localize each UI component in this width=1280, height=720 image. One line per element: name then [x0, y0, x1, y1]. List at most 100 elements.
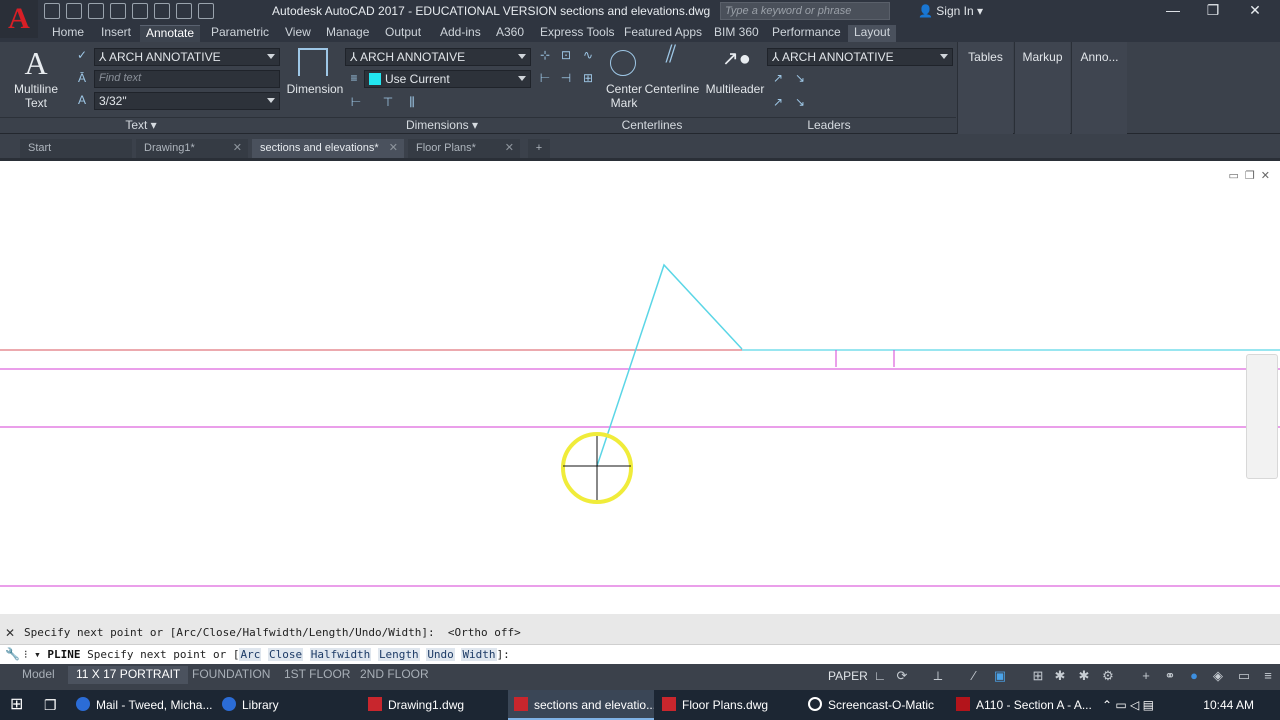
text-height-dropdown[interactable]: 3/32": [94, 92, 280, 110]
dim-space-icon[interactable]: ⫼: [404, 95, 420, 109]
layout-tab-2nd-floor[interactable]: 2ND FLOOR: [352, 666, 437, 684]
dim-quick-icon[interactable]: ⊹: [537, 48, 553, 62]
doc-tab-sections-and-elevations[interactable]: sections and elevations* ✕: [252, 139, 404, 158]
polar-tracking-icon[interactable]: ⟳: [894, 668, 910, 684]
navigation-bar[interactable]: [1246, 354, 1278, 479]
multiline-text-button[interactable]: Multiline Text: [8, 82, 64, 110]
ortho-icon[interactable]: ∟: [872, 668, 888, 684]
minimize-button[interactable]: —: [1158, 2, 1188, 18]
dim-layer-icon[interactable]: ≡: [346, 71, 362, 85]
multileader-icon[interactable]: ↗●: [722, 49, 751, 69]
osnap-icon[interactable]: ⟂: [930, 668, 946, 684]
units-icon[interactable]: ⚭: [1162, 668, 1178, 684]
dim-layer-dropdown[interactable]: Use Current: [364, 70, 531, 88]
center-mark-button[interactable]: Center Mark: [603, 82, 645, 110]
task-view-icon[interactable]: ❐: [38, 690, 66, 720]
option-undo[interactable]: Undo: [426, 648, 455, 661]
tab-parametric[interactable]: Parametric: [205, 25, 275, 42]
close-button[interactable]: ✕: [1240, 2, 1270, 19]
taskbar-item-screencast[interactable]: Screencast-O-Matic: [802, 690, 946, 720]
dim-oblique-icon[interactable]: ⊣: [558, 71, 574, 85]
tab-output[interactable]: Output: [379, 25, 427, 42]
taskbar-item-sections-and-elevations[interactable]: sections and elevatio...: [508, 690, 654, 720]
viewport-restore-icon[interactable]: ❐: [1245, 169, 1255, 182]
windows-start-icon[interactable]: ⊞: [4, 690, 32, 720]
text-style-icon[interactable]: Ā: [74, 71, 90, 85]
annotation-visibility-icon[interactable]: ⊞: [1030, 668, 1046, 684]
drawing-canvas[interactable]: ▭ ❐ ✕: [0, 161, 1280, 614]
option-length[interactable]: Length: [377, 648, 420, 661]
text-panel-title[interactable]: Text ▾: [0, 117, 282, 133]
doc-tab-start[interactable]: Start: [20, 139, 132, 158]
workspace-gear-icon[interactable]: ⚙: [1100, 668, 1116, 684]
save-as-icon[interactable]: [110, 3, 126, 19]
new-icon[interactable]: [44, 3, 60, 19]
tab-bim-360[interactable]: BIM 360: [708, 25, 765, 42]
option-width[interactable]: Width: [461, 648, 497, 661]
clock[interactable]: 10:44 AM: [1203, 698, 1254, 712]
tab-layout[interactable]: Layout: [848, 25, 897, 42]
center-mark-icon[interactable]: [610, 50, 636, 76]
text-style-dropdown[interactable]: ⅄ ARCH ANNOTATIVE: [94, 48, 280, 66]
close-command-line-icon[interactable]: ✕: [5, 626, 15, 640]
doc-tab-drawing1[interactable]: Drawing1* ✕: [136, 139, 248, 158]
multileader-button[interactable]: Multileader: [704, 82, 766, 96]
isolate-objects-icon[interactable]: ◈: [1210, 668, 1226, 684]
search-input[interactable]: Type a keyword or phrase: [720, 2, 890, 20]
tab-manage[interactable]: Manage: [320, 25, 375, 42]
customization-menu-icon[interactable]: ≡: [1260, 668, 1276, 684]
save-icon[interactable]: [88, 3, 104, 19]
selection-cycling-icon[interactable]: ▣: [992, 668, 1008, 684]
open-icon[interactable]: [66, 3, 82, 19]
taskbar-item-a110-pdf[interactable]: A110 - Section A - A...: [950, 690, 1092, 720]
dim-break-icon[interactable]: ∿: [580, 48, 596, 62]
tab-home[interactable]: Home: [46, 25, 90, 42]
dim-jog-icon[interactable]: ⊢: [537, 71, 553, 85]
auto-scale-icon[interactable]: ✱: [1052, 668, 1068, 684]
redo-icon[interactable]: [176, 3, 192, 19]
hardware-acceleration-icon[interactable]: ●: [1186, 668, 1202, 684]
add-leader-icon[interactable]: ↗: [770, 71, 786, 85]
multiline-text-icon[interactable]: A: [14, 46, 58, 80]
centerline-button[interactable]: Centerline: [644, 82, 700, 96]
annotation-scaling-panel-button[interactable]: Anno...: [1071, 42, 1127, 134]
tab-featured-apps[interactable]: Featured Apps: [618, 25, 708, 42]
dim-continue-icon[interactable]: ⊢: [348, 95, 364, 109]
annotation-monitor-icon[interactable]: +: [1138, 668, 1154, 684]
taskbar-item-floor-plans[interactable]: Floor Plans.dwg: [656, 690, 798, 720]
undo-icon[interactable]: [154, 3, 170, 19]
taskbar-item-mail[interactable]: Mail - Tweed, Micha...: [70, 690, 212, 720]
customize-wrench-icon[interactable]: 🔧: [5, 647, 20, 661]
layout-tab-foundation[interactable]: FOUNDATION: [184, 666, 278, 684]
remove-leader-icon[interactable]: ↘: [792, 71, 808, 85]
find-text-input[interactable]: Find text: [94, 70, 280, 88]
doc-tab-floor-plans[interactable]: Floor Plans* ✕: [408, 139, 520, 158]
dimensions-panel-title[interactable]: Dimensions ▾: [282, 117, 602, 133]
dimension-button[interactable]: Dimension: [284, 82, 346, 96]
tables-panel-button[interactable]: Tables: [957, 42, 1013, 134]
dim-update-icon[interactable]: ⊞: [580, 71, 596, 85]
restore-button[interactable]: ❐: [1198, 2, 1228, 19]
markup-panel-button[interactable]: Markup: [1014, 42, 1070, 134]
option-arc[interactable]: Arc: [239, 648, 262, 661]
collect-leader-icon[interactable]: ↘: [792, 95, 808, 109]
dim-baseline-icon[interactable]: ⊤: [380, 95, 396, 109]
application-menu-button[interactable]: A: [0, 0, 38, 38]
system-tray-icons[interactable]: ⌃ ▭ ◁ ▤: [1096, 690, 1196, 720]
close-tab-icon[interactable]: ✕: [233, 139, 242, 157]
dim-style-dropdown[interactable]: ⅄ ARCH ANNOTAIVE: [345, 48, 531, 66]
spell-check-icon[interactable]: ✓: [74, 48, 90, 62]
option-halfwidth[interactable]: Halfwidth: [309, 648, 372, 661]
new-tab-button[interactable]: +: [528, 139, 550, 158]
layout-tab-1st-floor[interactable]: 1ST FLOOR: [276, 666, 358, 684]
close-tab-icon[interactable]: ✕: [505, 139, 514, 157]
annotation-scale-icon[interactable]: ✱: [1076, 668, 1092, 684]
viewport-close-icon[interactable]: ✕: [1261, 169, 1270, 182]
taskbar-item-library[interactable]: Library: [216, 690, 358, 720]
text-height-icon[interactable]: A: [74, 93, 90, 107]
tab-add-ins[interactable]: Add-ins: [434, 25, 487, 42]
command-input[interactable]: 🔧 ⁝ ▾ PLINE Specify next point or [Arc C…: [0, 644, 1280, 664]
tab-a360[interactable]: A360: [490, 25, 530, 42]
dimension-icon[interactable]: [298, 48, 328, 76]
dim-inspect-icon[interactable]: ⊡: [558, 48, 574, 62]
